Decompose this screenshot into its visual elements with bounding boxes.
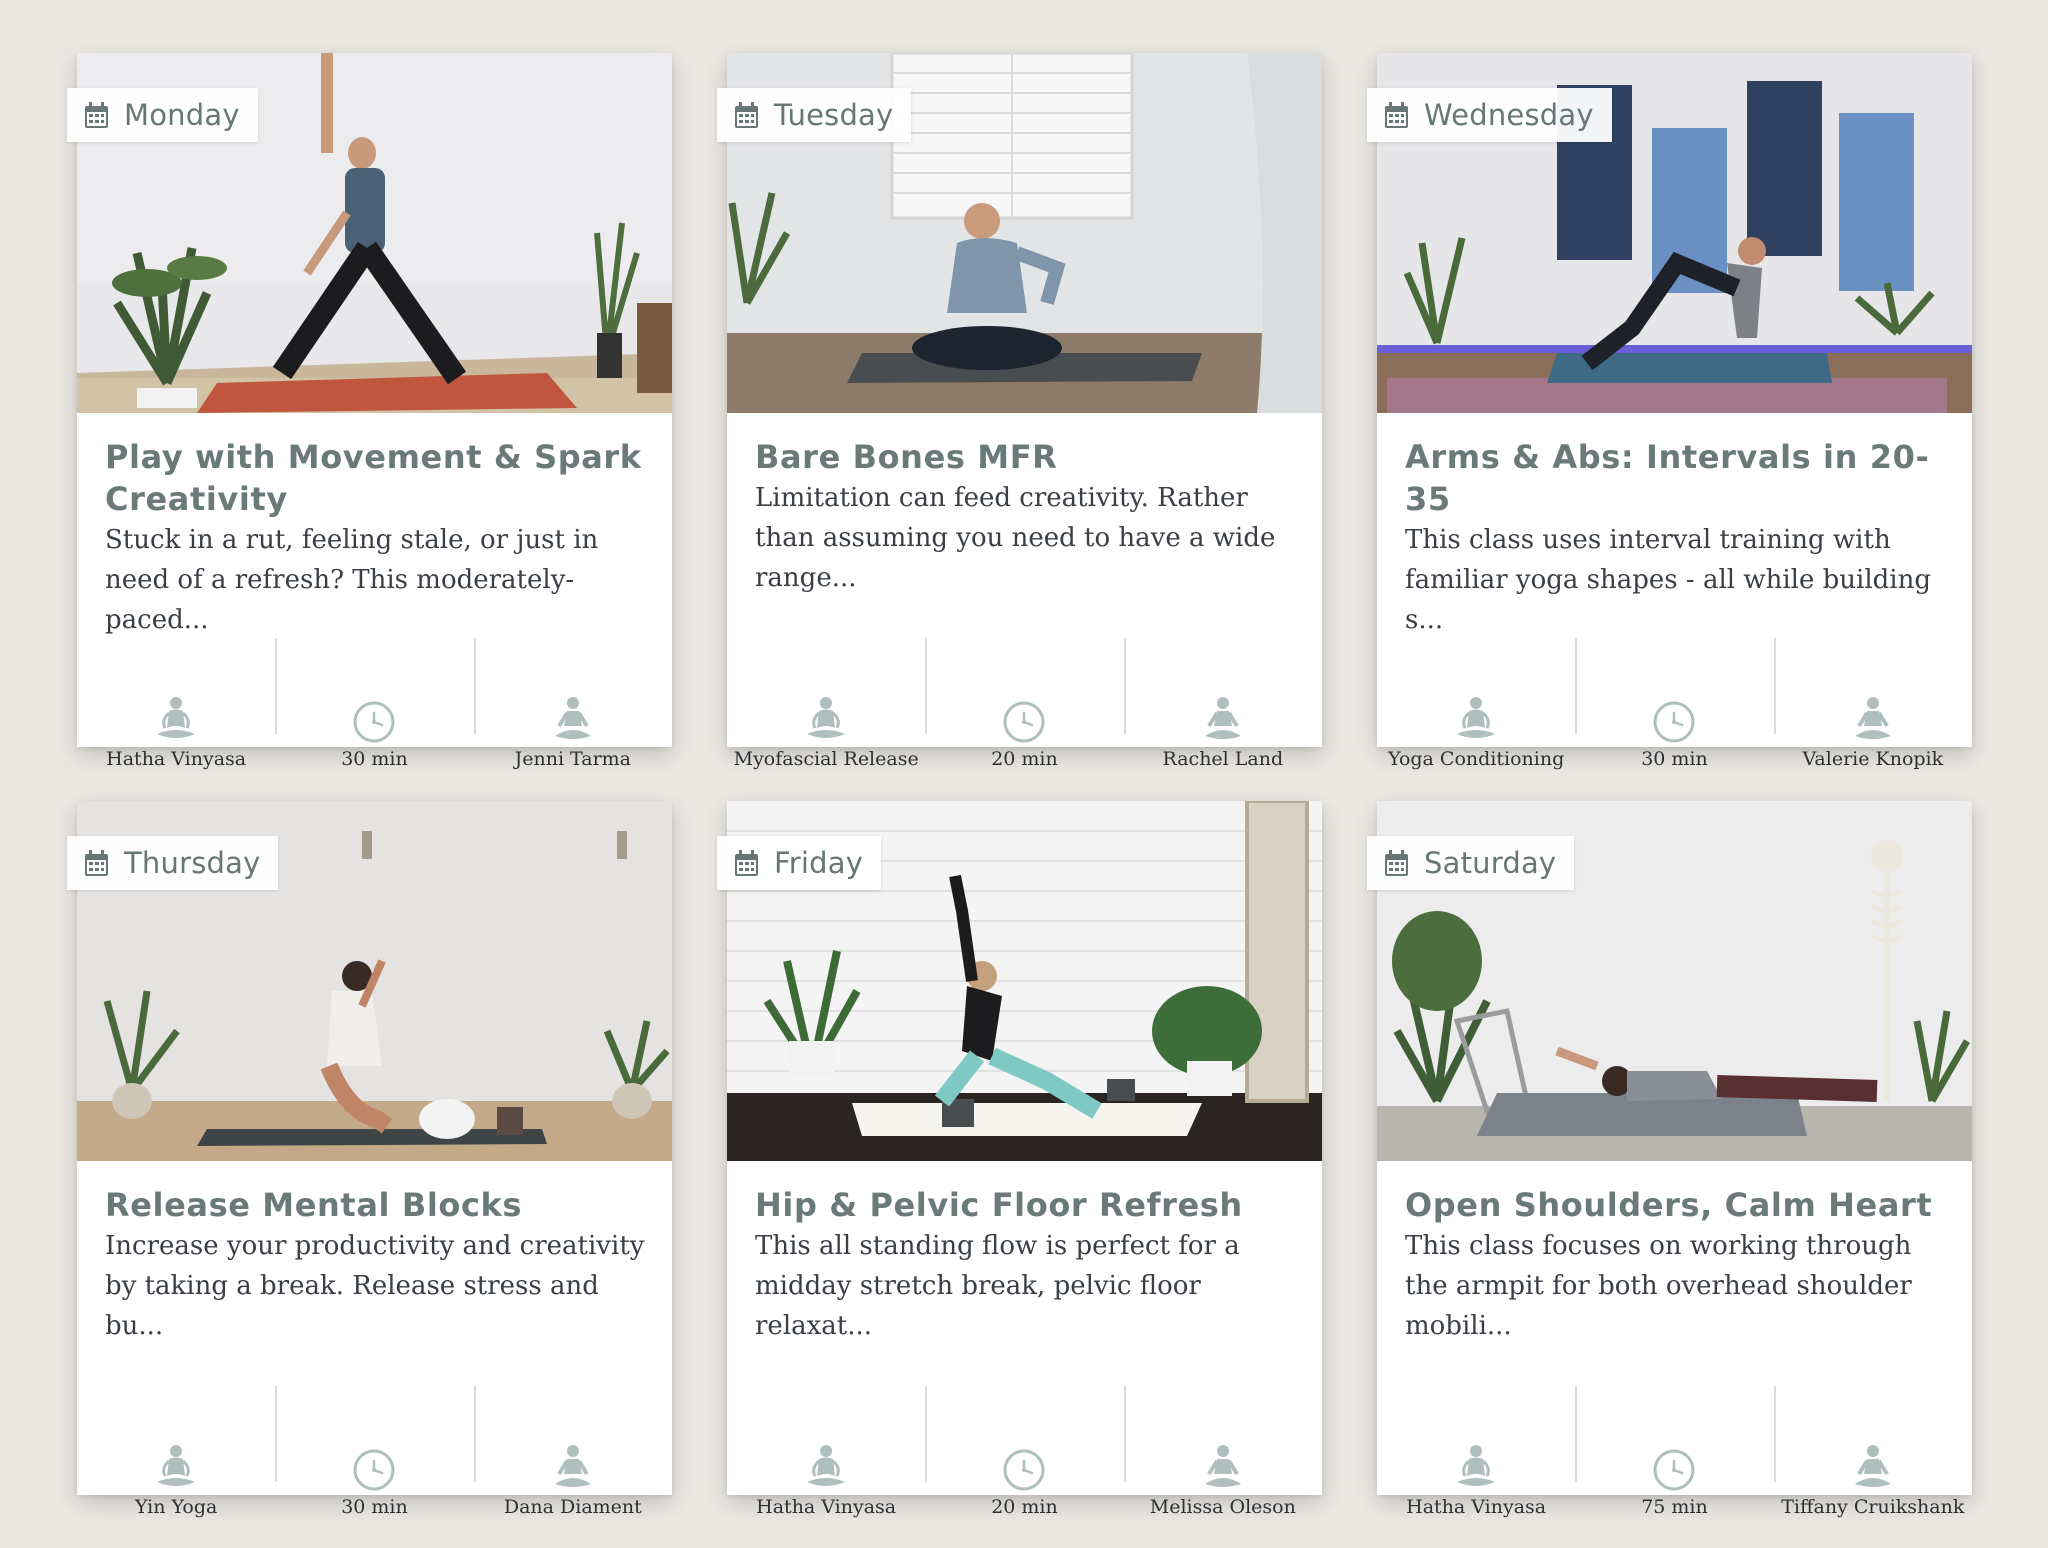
class-description: This all standing flow is perfect for a …	[755, 1231, 1240, 1341]
meta-style: Yoga Conditioning	[1377, 638, 1575, 770]
duration-label: 30 min	[1641, 748, 1708, 770]
lotus-icon	[1457, 697, 1496, 738]
meta-teacher: Dana Diament	[473, 1386, 672, 1518]
meta-teacher: Rachel Land	[1123, 638, 1322, 770]
teacher-label[interactable]: Tiffany Cruikshank	[1781, 1496, 1964, 1518]
clock-icon	[1653, 701, 1695, 743]
class-title[interactable]: Open Shoulders, Calm Heart	[1405, 1184, 1952, 1226]
class-card-thursday[interactable]: Thursday Release Mental Blocks Increase …	[67, 801, 672, 1518]
meta-style: Myofascial Release	[727, 638, 925, 770]
duration-label: 20 min	[991, 748, 1058, 770]
calendar-icon	[735, 101, 758, 128]
meta-teacher: Valerie Knopik	[1773, 638, 1972, 770]
day-badge[interactable]: Friday	[717, 836, 882, 890]
teacher-label[interactable]: Jenni Tarma	[515, 748, 631, 770]
meta-duration: 30 min	[1575, 638, 1773, 770]
meta-teacher: Melissa Oleson	[1123, 1386, 1322, 1518]
meta-duration: 20 min	[925, 638, 1123, 770]
meta-style: Yin Yoga	[77, 1386, 275, 1518]
meditation-figure-icon	[1854, 1445, 1891, 1487]
class-meta: Yoga Conditioning 30 min Valerie Knopik	[1377, 638, 1972, 770]
class-description: This class uses interval training with f…	[1405, 525, 1931, 635]
class-description: Increase your productivity and creativit…	[105, 1231, 645, 1341]
calendar-icon	[735, 849, 758, 876]
class-meta: Hatha Vinyasa 30 min Jenni Tarma	[77, 638, 672, 770]
class-card-tuesday[interactable]: Tuesday Bare Bones MFR Limitation can fe…	[717, 53, 1322, 770]
clock-icon	[1653, 1449, 1695, 1491]
style-label: Myofascial Release	[733, 748, 919, 770]
lotus-icon	[807, 1445, 846, 1486]
lotus-icon	[1457, 1445, 1496, 1486]
class-schedule-grid: Monday Play with Movement & Spark Creati…	[67, 53, 1972, 1518]
day-label: Wednesday	[1424, 97, 1594, 132]
duration-label: 30 min	[341, 1496, 408, 1518]
lotus-icon	[807, 697, 846, 738]
teacher-label[interactable]: Rachel Land	[1162, 748, 1283, 770]
meta-teacher: Tiffany Cruikshank	[1773, 1386, 1972, 1518]
meditation-figure-icon	[554, 697, 591, 739]
clock-icon	[1003, 701, 1045, 743]
style-label: Yoga Conditioning	[1388, 748, 1565, 770]
meta-duration: 75 min	[1575, 1386, 1773, 1518]
meta-teacher: Jenni Tarma	[473, 638, 672, 770]
day-label: Monday	[124, 97, 240, 132]
class-title[interactable]: Release Mental Blocks	[105, 1184, 652, 1226]
duration-label: 75 min	[1641, 1496, 1708, 1518]
class-description: This class focuses on working through th…	[1405, 1231, 1912, 1341]
meta-style: Hatha Vinyasa	[727, 1386, 925, 1518]
calendar-icon	[1385, 849, 1408, 876]
day-badge[interactable]: Tuesday	[717, 88, 912, 142]
teacher-label[interactable]: Valerie Knopik	[1802, 748, 1943, 770]
meditation-figure-icon	[1204, 697, 1241, 739]
style-label: Yin Yoga	[134, 1496, 218, 1518]
meditation-figure-icon	[1204, 1445, 1241, 1487]
lotus-icon	[157, 697, 196, 738]
class-meta: Yin Yoga 30 min Dana Diament	[77, 1386, 672, 1518]
class-card-saturday[interactable]: Saturday Open Shoulders, Calm Heart This…	[1367, 801, 1972, 1518]
class-title[interactable]: Bare Bones MFR	[755, 436, 1302, 478]
meta-duration: 30 min	[275, 638, 473, 770]
day-badge[interactable]: Saturday	[1367, 836, 1575, 890]
meta-duration: 20 min	[925, 1386, 1123, 1518]
class-card-monday[interactable]: Monday Play with Movement & Spark Creati…	[67, 53, 672, 770]
duration-label: 20 min	[991, 1496, 1058, 1518]
style-label: Hatha Vinyasa	[1406, 1496, 1547, 1518]
calendar-icon	[85, 849, 108, 876]
class-description: Stuck in a rut, feeling stale, or just i…	[105, 525, 599, 635]
class-description: Limitation can feed creativity. Rather t…	[755, 483, 1276, 593]
clock-icon	[353, 1449, 395, 1491]
class-meta: Hatha Vinyasa 20 min Melissa Oleson	[727, 1386, 1322, 1518]
meta-duration: 30 min	[275, 1386, 473, 1518]
day-badge[interactable]: Thursday	[67, 836, 279, 890]
clock-icon	[1003, 1449, 1045, 1491]
meditation-figure-icon	[554, 1445, 591, 1487]
style-label: Hatha Vinyasa	[106, 748, 247, 770]
class-meta: Myofascial Release 20 min Rachel Land	[727, 638, 1322, 770]
class-title[interactable]: Arms & Abs: Intervals in 20-35	[1405, 436, 1952, 520]
meta-style: Hatha Vinyasa	[1377, 1386, 1575, 1518]
day-label: Tuesday	[774, 97, 894, 132]
day-label: Saturday	[1424, 845, 1557, 880]
class-title[interactable]: Hip & Pelvic Floor Refresh	[755, 1184, 1302, 1226]
day-label: Thursday	[124, 845, 261, 880]
calendar-icon	[85, 101, 108, 128]
teacher-label[interactable]: Dana Diament	[504, 1496, 642, 1518]
lotus-icon	[157, 1445, 196, 1486]
class-title[interactable]: Play with Movement & Spark Creativity	[105, 436, 652, 520]
day-badge[interactable]: Monday	[67, 88, 258, 142]
style-label: Hatha Vinyasa	[756, 1496, 897, 1518]
duration-label: 30 min	[341, 748, 408, 770]
calendar-icon	[1385, 101, 1408, 128]
class-card-wednesday[interactable]: Wednesday Arms & Abs: Intervals in 20-35…	[1367, 53, 1972, 770]
clock-icon	[353, 701, 395, 743]
class-card-friday[interactable]: Friday Hip & Pelvic Floor Refresh This a…	[717, 801, 1322, 1518]
day-badge[interactable]: Wednesday	[1367, 88, 1612, 142]
teacher-label[interactable]: Melissa Oleson	[1150, 1496, 1296, 1518]
meta-style: Hatha Vinyasa	[77, 638, 275, 770]
class-meta: Hatha Vinyasa 75 min Tiffany Cruikshank	[1377, 1386, 1972, 1518]
day-label: Friday	[774, 845, 864, 880]
meditation-figure-icon	[1854, 697, 1891, 739]
